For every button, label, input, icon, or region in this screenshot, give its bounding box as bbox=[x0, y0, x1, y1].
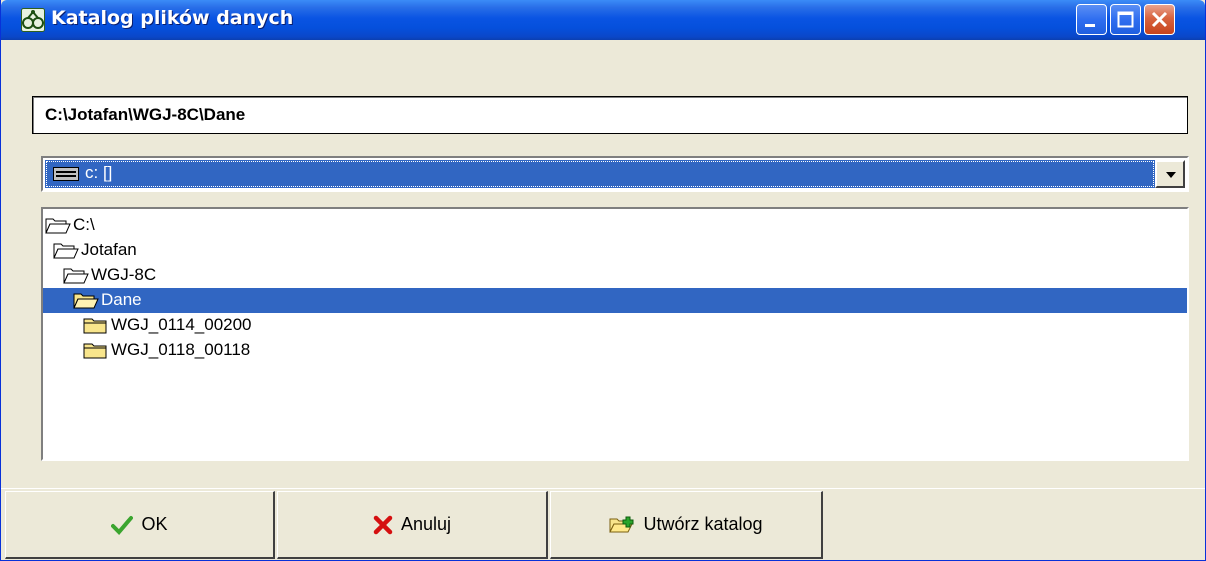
folder-closed-icon bbox=[83, 316, 109, 339]
folder-tree[interactable]: C:\ Jotafan WGJ-8C Dane WGJ_0114_00200 W… bbox=[41, 207, 1189, 461]
new-folder-icon bbox=[609, 516, 634, 532]
tree-item[interactable]: WGJ-8C bbox=[43, 263, 1187, 288]
cancel-button[interactable]: Anuluj bbox=[277, 491, 548, 559]
tree-item-label: WGJ_0118_00118 bbox=[111, 340, 251, 359]
minimize-icon bbox=[1085, 24, 1095, 27]
tree-item-label: WGJ-8C bbox=[91, 265, 157, 284]
tree-item[interactable]: WGJ_0118_00118 bbox=[43, 338, 1187, 363]
app-icon bbox=[21, 8, 45, 32]
button-bar: OK Anuluj Utwórz katalog bbox=[1, 488, 1205, 561]
dropdown-button[interactable] bbox=[1155, 160, 1185, 188]
cancel-label: Anuluj bbox=[400, 514, 452, 534]
create-folder-button[interactable]: Utwórz katalog bbox=[550, 491, 823, 559]
folder-open-icon bbox=[53, 241, 79, 264]
close-icon bbox=[1151, 11, 1168, 28]
tree-item-label: Dane bbox=[101, 290, 142, 309]
create-folder-label: Utwórz katalog bbox=[643, 514, 763, 534]
folder-closed-icon bbox=[83, 341, 109, 364]
tree-item[interactable]: WGJ_0114_00200 bbox=[43, 313, 1187, 338]
tree-item[interactable]: Jotafan bbox=[43, 238, 1187, 263]
tree-item-label: WGJ_0114_00200 bbox=[111, 315, 252, 334]
title-bar[interactable]: Katalog plików danych bbox=[1, 0, 1205, 40]
tree-item-selected[interactable]: Dane bbox=[43, 288, 1187, 313]
drive-label: c: [] bbox=[85, 163, 113, 182]
folder-open-icon bbox=[63, 266, 89, 289]
chevron-down-icon bbox=[1166, 172, 1176, 178]
checkmark-icon bbox=[111, 515, 134, 535]
tree-item[interactable]: C:\ bbox=[43, 213, 1187, 238]
drive-select[interactable]: c: [] bbox=[41, 156, 1189, 192]
window-title: Katalog plików danych bbox=[51, 7, 294, 29]
ok-button[interactable]: OK bbox=[5, 491, 275, 559]
folder-open-icon bbox=[45, 216, 71, 239]
path-value: C:\Jotafan\WGJ-8C\Dane bbox=[45, 105, 246, 124]
x-icon bbox=[373, 515, 393, 534]
ok-label: OK bbox=[141, 514, 168, 534]
drive-selected-item[interactable]: c: [] bbox=[45, 160, 1155, 188]
tree-item-label: Jotafan bbox=[81, 240, 137, 259]
close-button[interactable] bbox=[1144, 4, 1175, 35]
path-field[interactable]: C:\Jotafan\WGJ-8C\Dane bbox=[32, 96, 1188, 134]
minimize-button[interactable] bbox=[1076, 4, 1107, 35]
dialog-window: Katalog plików danych C:\Jotafan\WGJ-8C\… bbox=[0, 0, 1206, 561]
tree-item-label: C:\ bbox=[73, 215, 95, 234]
maximize-button[interactable] bbox=[1110, 4, 1141, 35]
maximize-icon bbox=[1117, 11, 1134, 28]
folder-open-icon bbox=[73, 291, 99, 314]
hard-drive-icon bbox=[53, 166, 79, 187]
